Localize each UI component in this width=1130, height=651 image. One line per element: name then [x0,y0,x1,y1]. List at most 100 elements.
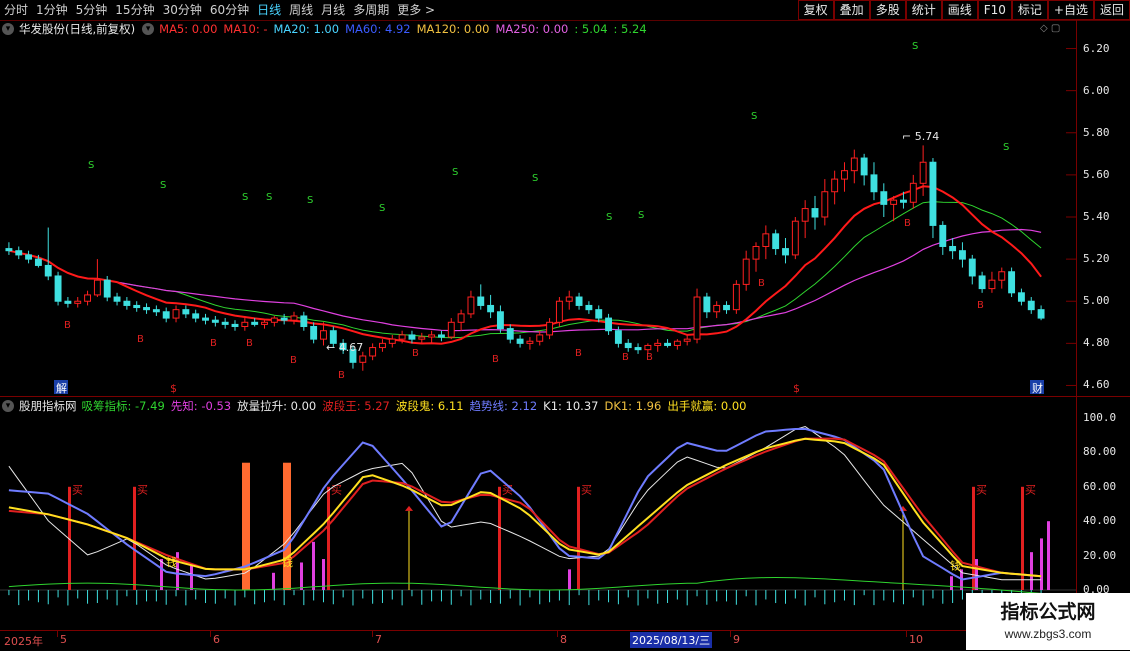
candle-body [683,338,691,342]
candle-body [221,321,229,325]
toolbar-button-0[interactable]: 复权 [797,0,834,20]
toolbar-button-7[interactable]: +自选 [1047,0,1094,20]
candle-body [172,309,180,319]
date-label: 5 [60,633,67,646]
event-tag-label: $ [170,382,177,395]
toolbar-button-2[interactable]: 多股 [869,0,906,20]
tab-5[interactable]: 60分钟 [206,0,253,20]
candle-body [261,321,268,325]
toolbar-button-1[interactable]: 叠加 [833,0,870,20]
candle-body [506,328,514,340]
candle-body [890,199,898,205]
candle-body [467,296,475,315]
low-price-label: ← 4.67 [326,341,363,354]
ma-label: MA250: 0.00 [495,22,569,36]
collapse-icon[interactable]: ▾ [2,23,14,35]
signal-bar [568,569,571,590]
candle-body [182,309,190,315]
price-tick: 6.20 [1083,41,1110,55]
toolbar-button-8[interactable]: 返回 [1093,0,1130,20]
candle-body [585,304,593,311]
ma-legend: MA5: 0.00 MA10: - MA20: 1.00 MA60: 4.92 MA12… [159,20,653,38]
s-marker: S [912,41,918,52]
indicator-tick: 40.00 [1083,514,1117,528]
candle-body [15,250,23,256]
signal-bar [1030,552,1033,590]
candle-body [634,347,642,351]
tab-9[interactable]: 多周期 [349,0,393,20]
indicator-label: 波段王: 5.27 [322,399,390,413]
tab-1[interactable]: 1分钟 [32,0,72,20]
watermark-title: 指标公式网 [1000,601,1096,623]
b-marker: B [904,218,911,229]
ma-label: MA60: 4.92 [345,22,411,36]
tab-8[interactable]: 月线 [317,0,349,20]
tab-6[interactable]: 日线 [253,0,285,20]
indicator-chart[interactable]: 买买买买买买买钱钱钱 [0,415,1076,630]
buy-label: 买 [1025,484,1036,497]
dropdown-icon[interactable]: ▾ [142,23,155,35]
candle-body [320,330,327,340]
signal-bar [312,541,315,590]
tab-2[interactable]: 5分钟 [72,0,112,20]
indicator-tick: 80.00 [1083,445,1117,459]
collapse-icon[interactable]: ▾ [2,400,14,412]
candle-body [457,313,465,323]
s-marker: S [638,210,644,221]
panel-corner-icons[interactable]: ◇ ▢ [1040,23,1060,34]
tab-0[interactable]: 分时 [0,0,32,20]
price-panel-header: ▾ 华发股份(日线,前复权) ▾ MA5: 0.00 MA10: - MA20: 1… [0,20,658,38]
candle-body [84,294,92,302]
signal-bar [300,562,303,590]
candle-body [624,342,632,349]
candle-body [821,191,829,218]
candle-body [369,347,377,357]
b-marker: B [210,338,217,349]
tab-3[interactable]: 15分钟 [111,0,158,20]
candle-body [231,323,239,328]
candle-body [929,161,937,226]
toolbar-button-3[interactable]: 统计 [905,0,942,20]
candle-body [516,338,524,344]
date-label: 2025年 [4,635,43,648]
toolbar-button-5[interactable]: F10 [977,0,1012,20]
price-chart[interactable]: S S S S S S S S S S S S S B B B B B B B B B B B B B B ⌐ 5.74 ← 4.67 解… [0,38,1076,396]
candle-body [202,317,209,321]
price-axis: 6.20 6.00 5.80 5.60 5.40 5.20 5.00 4.80 4.60 [1076,20,1130,396]
event-tag[interactable]: $ [170,382,177,395]
toolbar-button-6[interactable]: 标记 [1011,0,1048,20]
candle-body [772,233,780,250]
event-tag[interactable]: 财 [1030,380,1044,395]
tab-7[interactable]: 周线 [285,0,317,20]
candle-body [280,317,288,321]
s-marker: S [606,212,612,223]
candle-body [133,304,141,309]
candle-body [300,315,308,328]
toolbar-button-4[interactable]: 画线 [941,0,978,20]
stock-title: 华发股份(日线,前复权) [19,22,136,36]
indicator-label: 先知: -0.53 [170,399,232,413]
tab-4[interactable]: 30分钟 [159,0,206,20]
b-marker: B [758,278,765,289]
candle-body [379,342,386,349]
signal-bar [1047,521,1050,590]
b-marker: B [622,352,629,363]
candle-body [605,317,613,332]
event-tag[interactable]: $ [793,382,800,395]
surge-bar [283,462,291,590]
candle-body [644,344,652,351]
candle-body [64,300,72,304]
s-marker: S [88,160,94,171]
date-label: 7 [375,633,382,646]
date-axis: 2025年 5 6 7 8 2025/08/13/三 9 10 [0,630,1076,651]
money-label: 钱 [950,558,961,572]
b-marker: B [977,300,984,311]
signal-bar [272,572,275,590]
indicator-label: 波段鬼: 6.11 [395,399,464,413]
candle-body [251,321,259,325]
candle-body [850,157,858,172]
candle-body [526,340,534,344]
tab-10[interactable]: 更多 > [393,0,439,20]
event-tag[interactable]: 解 [54,380,68,395]
candle-body [742,258,750,285]
